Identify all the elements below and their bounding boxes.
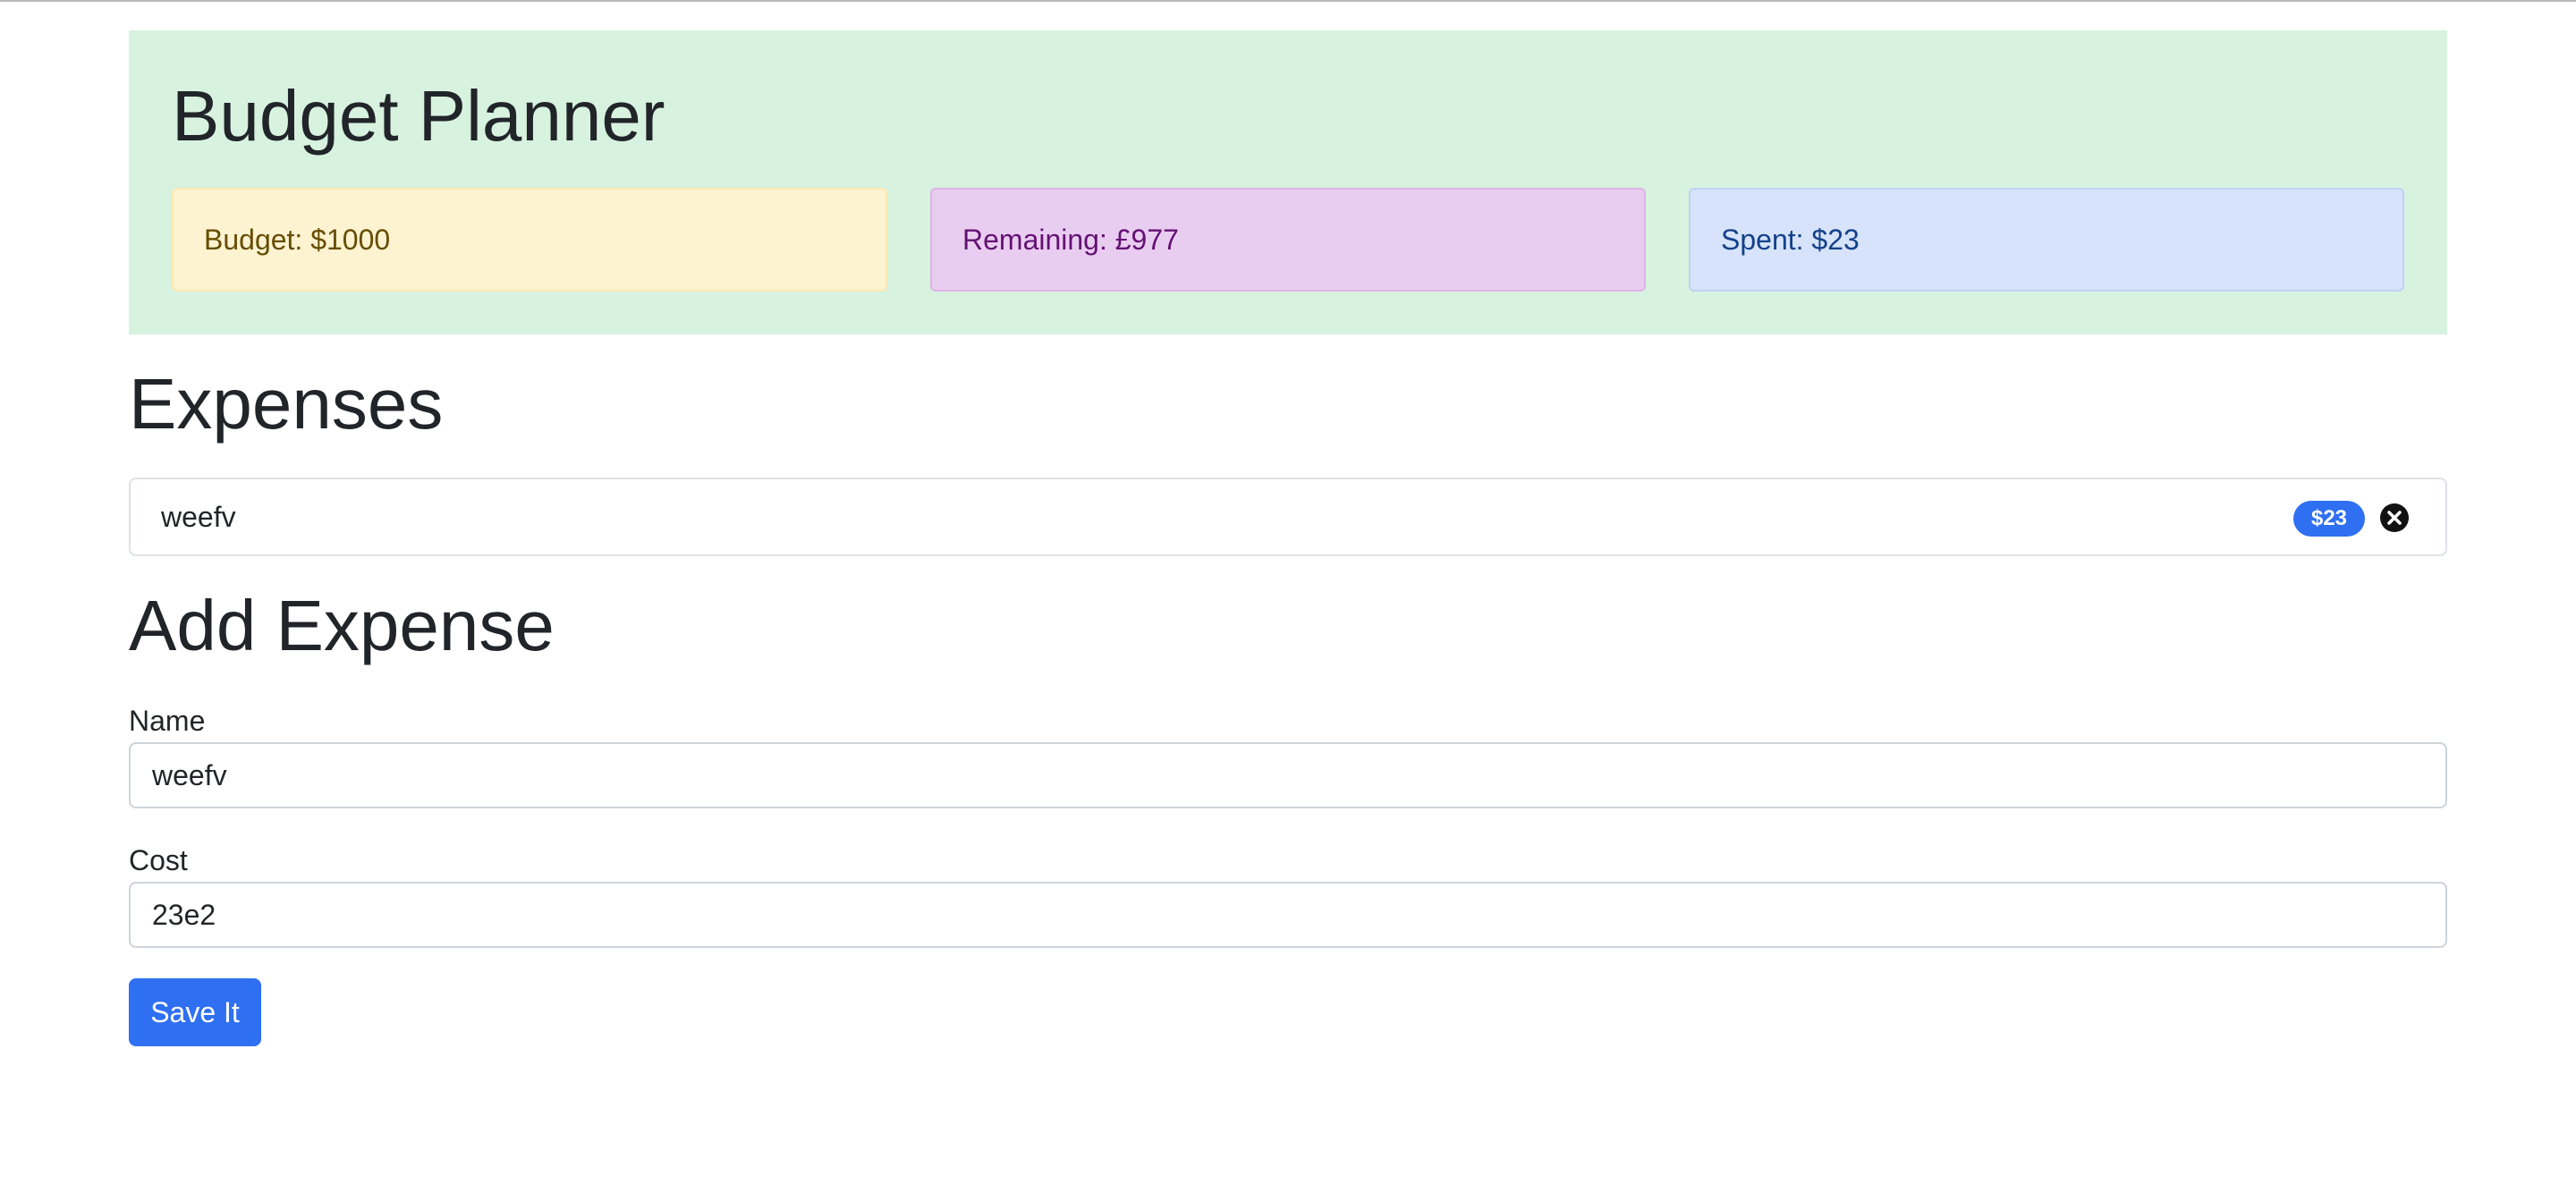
budget-text: Budget: $1000 xyxy=(204,223,391,256)
browser-top-border xyxy=(0,0,2576,2)
app-title: Budget Planner xyxy=(172,76,665,156)
expense-list-item: weefv $23 xyxy=(131,479,2445,554)
remaining-card: Remaining: £977 xyxy=(930,188,1646,292)
budget-header-panel: Budget Planner Budget: $1000 Remaining: … xyxy=(129,30,2447,334)
name-label: Name xyxy=(129,705,206,737)
expense-cost-badge: $23 xyxy=(2293,501,2365,537)
cost-label: Cost xyxy=(129,844,188,876)
close-circle-icon[interactable] xyxy=(2379,503,2410,533)
spent-text: Spent: $23 xyxy=(1721,223,1860,256)
budget-summary-row: Budget: $1000 Remaining: £977 Spent: $23 xyxy=(172,188,2404,292)
save-button[interactable]: Save It xyxy=(129,978,261,1046)
add-expense-heading: Add Expense xyxy=(129,586,555,665)
cost-input[interactable] xyxy=(129,882,2447,948)
name-input[interactable] xyxy=(129,742,2447,808)
expense-name: weefv xyxy=(161,501,236,533)
expense-list: weefv $23 xyxy=(129,478,2447,556)
app-container: Budget Planner Budget: $1000 Remaining: … xyxy=(129,30,2447,1046)
budget-card: Budget: $1000 xyxy=(172,188,887,292)
spent-card: Spent: $23 xyxy=(1689,188,2404,292)
expenses-heading: Expenses xyxy=(129,364,444,444)
remaining-text: Remaining: £977 xyxy=(962,223,1179,256)
